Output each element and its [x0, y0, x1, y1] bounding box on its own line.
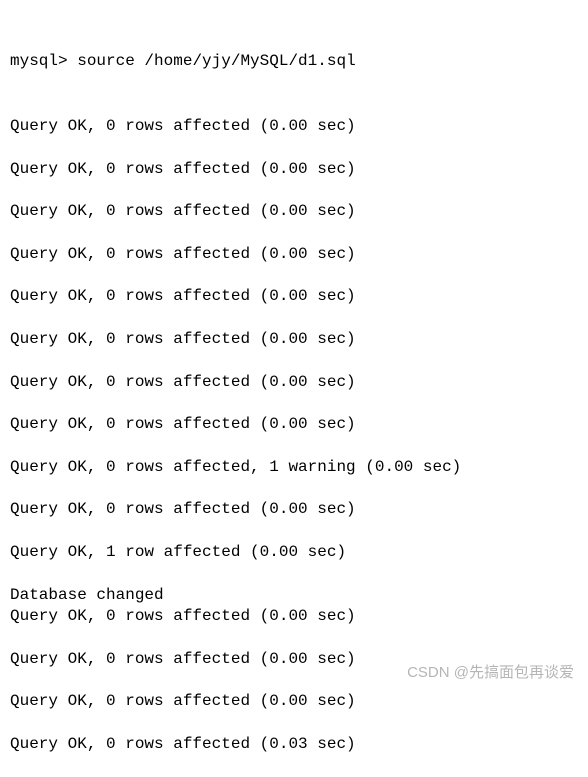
query-result-line: Query OK, 0 rows affected (0.00 sec): [10, 116, 578, 138]
query-result-line: Query OK, 0 rows affected (0.00 sec): [10, 414, 578, 436]
query-result-line: Query OK, 0 rows affected (0.00 sec): [10, 372, 578, 394]
query-result-line: Query OK, 0 rows affected (0.00 sec): [10, 329, 578, 351]
query-result-line: Query OK, 0 rows affected (0.00 sec): [10, 691, 578, 713]
command-line: mysql> source /home/yjy/MySQL/d1.sql: [10, 51, 578, 73]
query-results: Query OK, 0 rows affected (0.00 sec) Quer…: [10, 116, 578, 756]
query-result-line: Query OK, 0 rows affected (0.03 sec): [10, 734, 578, 756]
query-result-line: Query OK, 1 row affected (0.00 sec): [10, 542, 578, 564]
query-result-line: Query OK, 0 rows affected (0.00 sec): [10, 286, 578, 308]
query-result-line: Query OK, 0 rows affected (0.00 sec): [10, 606, 578, 628]
query-result-line: Query OK, 0 rows affected (0.00 sec): [10, 244, 578, 266]
source-command: source /home/yjy/MySQL/d1.sql: [77, 52, 355, 70]
query-result-line: Database changed: [10, 585, 578, 607]
query-result-line: Query OK, 0 rows affected, 1 warning (0.…: [10, 457, 578, 479]
query-result-line: Query OK, 0 rows affected (0.00 sec): [10, 499, 578, 521]
query-result-line: Query OK, 0 rows affected (0.00 sec): [10, 159, 578, 181]
query-result-line: Query OK, 0 rows affected (0.00 sec): [10, 201, 578, 223]
terminal-output: mysql> source /home/yjy/MySQL/d1.sql Que…: [10, 8, 578, 777]
query-result-line: Query OK, 0 rows affected (0.00 sec): [10, 649, 578, 671]
mysql-prompt: mysql>: [10, 52, 77, 70]
